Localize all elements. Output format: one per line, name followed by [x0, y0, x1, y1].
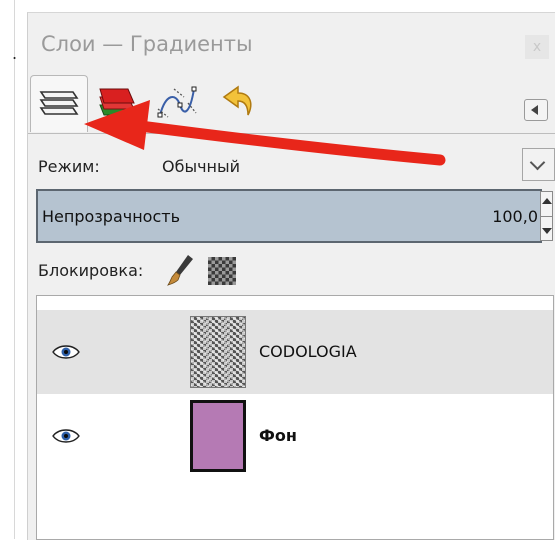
paths-icon: [157, 86, 197, 118]
tab-layers[interactable]: [30, 75, 88, 132]
tab-undo-history[interactable]: [208, 75, 264, 131]
lock-pixels-brush-icon[interactable]: [166, 253, 196, 287]
opacity-label: Непрозрачность: [42, 207, 180, 226]
dock-tab-bar: [28, 75, 555, 133]
opacity-value[interactable]: 100,0: [492, 207, 538, 226]
layer-row-fon[interactable]: Фон: [37, 394, 553, 478]
title-bar: Слои — Градиенты x: [28, 13, 555, 75]
lock-alpha-checker-icon[interactable]: [208, 257, 236, 285]
background-window-text: .: [12, 44, 18, 63]
eye-icon[interactable]: [52, 427, 80, 445]
close-button[interactable]: x: [525, 35, 549, 59]
mode-dropdown-button[interactable]: [522, 148, 555, 181]
undo-history-icon: [222, 85, 252, 116]
window-title: Слои — Градиенты: [41, 32, 253, 56]
chevron-up-icon[interactable]: [542, 198, 552, 204]
tab-channels[interactable]: [88, 75, 144, 131]
background-window-edge: [14, 0, 15, 539]
mode-label: Режим:: [38, 157, 100, 176]
opacity-spin-buttons[interactable]: [540, 191, 553, 241]
eye-icon[interactable]: [52, 343, 80, 361]
tab-separator: [28, 133, 555, 134]
layers-icon: [39, 91, 79, 115]
opacity-slider[interactable]: Непрозрачность 100,0: [36, 189, 542, 243]
chevron-down-icon[interactable]: [542, 228, 552, 234]
layer-thumbnail: [190, 316, 246, 388]
layers-list: CODOLOGIA Фон: [36, 295, 554, 540]
layer-name[interactable]: Фон: [259, 426, 297, 445]
layer-name[interactable]: CODOLOGIA: [259, 342, 357, 361]
channels-icon: [99, 88, 135, 116]
layer-thumbnail: [190, 400, 246, 472]
layers-dock-panel: Слои — Градиенты x Режим: Обычный Непроз…: [27, 12, 555, 540]
tab-menu-button[interactable]: [524, 99, 548, 121]
mode-select-value[interactable]: Обычный: [162, 157, 240, 176]
layer-row-codologia[interactable]: CODOLOGIA: [37, 310, 553, 394]
tab-paths[interactable]: [148, 75, 204, 131]
spin-divider: [541, 216, 552, 217]
lock-label: Блокировка:: [38, 261, 144, 280]
